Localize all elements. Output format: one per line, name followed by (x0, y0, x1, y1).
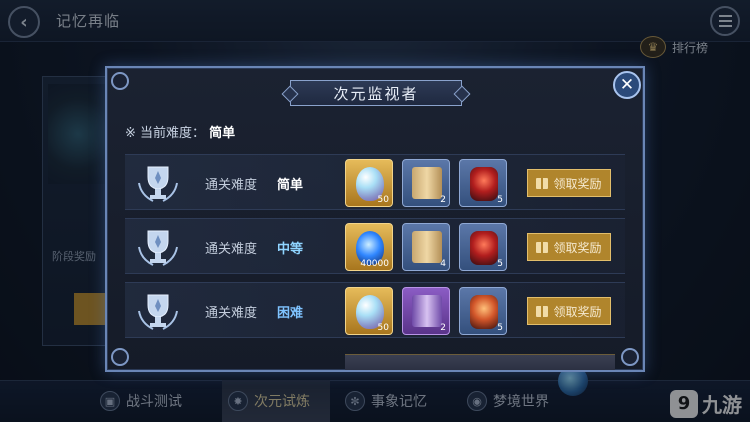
claim-reward-button[interactable]: 领取奖励 (527, 169, 611, 197)
reward-item[interactable]: 5 (459, 159, 507, 207)
item-count: 40000 (360, 259, 389, 269)
reward-row-easy: 通关难度 简单 50 2 5 领取奖励 (125, 154, 625, 210)
gift-icon (536, 305, 549, 317)
item-count: 5 (497, 195, 503, 205)
item-count: 2 (440, 323, 446, 333)
next-row-peek (345, 354, 615, 370)
current-difficulty-label: ※ 当前难度： (125, 126, 206, 141)
reward-item[interactable]: 5 (459, 223, 507, 271)
row-level: 困难 (277, 306, 304, 321)
frame-ornament (621, 348, 639, 366)
purple-scroll-icon (412, 295, 442, 327)
frame-ornament (111, 348, 129, 366)
item-count: 5 (497, 323, 503, 333)
gift-icon (536, 241, 549, 253)
item-count: 4 (440, 259, 446, 269)
scroll-icon (412, 167, 442, 199)
reward-item[interactable]: 50 (345, 287, 393, 335)
claim-label: 领取奖励 (553, 304, 602, 319)
row-label: 通关难度 (205, 178, 258, 193)
trophy-icon (138, 294, 178, 330)
item-count: 2 (440, 195, 446, 205)
red-core-icon (470, 167, 498, 201)
trophy-icon (138, 230, 178, 266)
row-label: 通关难度 (205, 306, 258, 321)
trophy-icon (138, 166, 178, 202)
modal-title: 次元监视者 (333, 84, 419, 103)
row-label: 通关难度 (205, 242, 258, 257)
row-level: 简单 (277, 178, 304, 193)
modal-title-bar: 次元监视者 (290, 80, 462, 106)
scroll-icon (412, 231, 442, 263)
current-difficulty: ※ 当前难度： 简单 (125, 122, 235, 141)
reward-row-hard: 通关难度 困难 50 2 5 领取奖励 (125, 282, 625, 338)
reward-item[interactable]: 5 (459, 287, 507, 335)
item-count: 50 (377, 195, 389, 205)
claim-reward-button[interactable]: 领取奖励 (527, 233, 611, 261)
reward-modal: 次元监视者 ※ 当前难度： 简单 通关难度 简单 50 2 5 领取奖励 通关难… (105, 66, 645, 372)
claim-reward-button[interactable]: 领取奖励 (527, 297, 611, 325)
row-level: 中等 (277, 242, 304, 257)
orange-core-icon (470, 295, 498, 329)
claim-label: 领取奖励 (553, 240, 602, 255)
reward-item[interactable]: 2 (402, 287, 450, 335)
current-difficulty-value: 简单 (209, 126, 236, 141)
gift-icon (536, 177, 549, 189)
reward-item[interactable]: 40000 (345, 223, 393, 271)
reward-item[interactable]: 2 (402, 159, 450, 207)
close-icon[interactable]: ✕ (613, 71, 641, 99)
reward-row-medium: 通关难度 中等 40000 4 5 领取奖励 (125, 218, 625, 274)
item-count: 50 (377, 323, 389, 333)
frame-ornament (111, 72, 129, 90)
reward-item[interactable]: 4 (402, 223, 450, 271)
item-count: 5 (497, 259, 503, 269)
claim-label: 领取奖励 (553, 176, 602, 191)
red-core-icon (470, 231, 498, 265)
reward-item[interactable]: 50 (345, 159, 393, 207)
